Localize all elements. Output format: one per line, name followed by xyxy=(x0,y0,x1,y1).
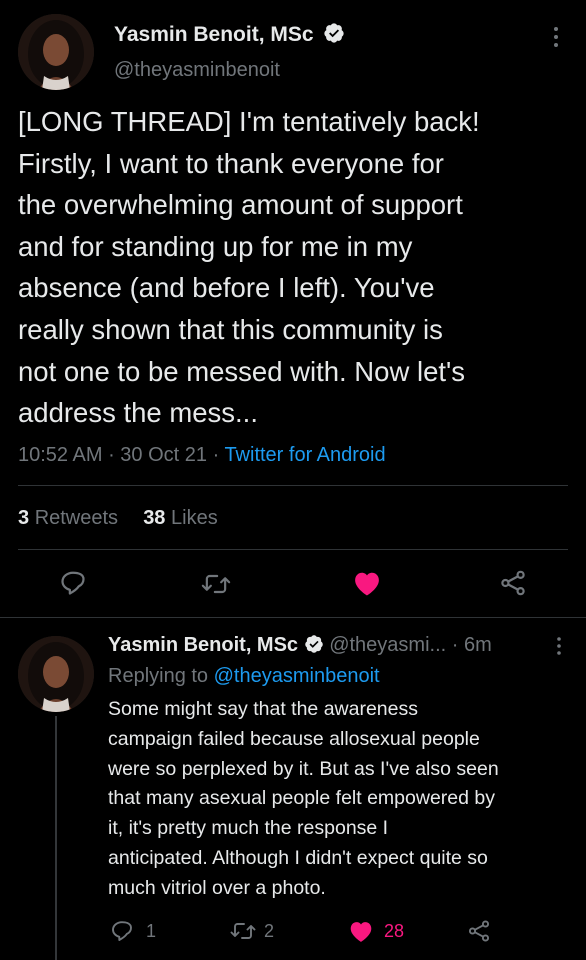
meta-dot: · xyxy=(212,444,225,466)
retweets-label: Retweets xyxy=(34,507,119,529)
reply-avatar[interactable] xyxy=(18,636,94,712)
reply-count: 1 xyxy=(146,921,157,941)
tweet-meta: 10:52 AM · 30 Oct 21 · Twitter for Andro… xyxy=(18,442,386,468)
like-count: 28 xyxy=(384,921,405,941)
more-icon[interactable] xyxy=(554,636,564,656)
reply-icon[interactable] xyxy=(110,919,134,943)
heart-icon[interactable] xyxy=(352,569,382,597)
meta-dot: · xyxy=(451,634,464,656)
replying-handle[interactable]: @theyasminbenoit xyxy=(214,665,380,687)
tweet-date[interactable]: 30 Oct 21 xyxy=(120,444,207,466)
replying-to: Replying to @theyasminbenoit xyxy=(108,663,380,689)
reply-header: Yasmin Benoit, MSc @theyasmi... · 6m xyxy=(108,632,492,658)
reply-author-name[interactable]: Yasmin Benoit, MSc xyxy=(108,634,298,656)
author-name[interactable]: Yasmin Benoit, MSc xyxy=(114,23,314,46)
avatar-image xyxy=(18,14,94,90)
retweet-icon[interactable] xyxy=(229,919,257,943)
reply-text: Some might say that the awareness campai… xyxy=(108,698,499,899)
thread-line xyxy=(55,716,57,960)
divider xyxy=(18,485,568,486)
retweet-count: 2 xyxy=(264,921,275,941)
handle[interactable]: @theyasminbenoit xyxy=(114,58,280,82)
heart-icon[interactable] xyxy=(348,919,374,943)
divider xyxy=(0,617,586,618)
tweet-text: [LONG THREAD] I'm tentatively back! Firs… xyxy=(18,106,480,429)
tweet-time[interactable]: 10:52 AM xyxy=(18,444,103,466)
meta-dot: · xyxy=(108,444,121,466)
likes-count: 38 xyxy=(143,507,166,529)
divider xyxy=(18,549,568,550)
retweets-stat[interactable]: 3 Retweets xyxy=(18,507,118,529)
replying-prefix: Replying to xyxy=(108,665,209,687)
retweets-count: 3 xyxy=(18,507,30,529)
avatar[interactable] xyxy=(18,14,94,90)
reply-handle[interactable]: @theyasmi... xyxy=(329,634,446,656)
share-icon[interactable] xyxy=(467,919,491,943)
more-icon[interactable] xyxy=(550,26,562,48)
verified-icon xyxy=(324,23,345,44)
avatar-image xyxy=(18,636,94,712)
likes-label: Likes xyxy=(171,507,218,529)
share-icon[interactable] xyxy=(499,569,527,597)
tweet-source[interactable]: Twitter for Android xyxy=(224,444,385,466)
tweet-stats: 3 Retweets 38 Likes xyxy=(18,505,218,531)
likes-stat[interactable]: 38 Likes xyxy=(143,507,218,529)
reply-icon[interactable] xyxy=(59,569,87,597)
reply-age[interactable]: 6m xyxy=(464,634,492,656)
verified-icon xyxy=(304,634,323,653)
retweet-icon[interactable] xyxy=(200,570,232,598)
